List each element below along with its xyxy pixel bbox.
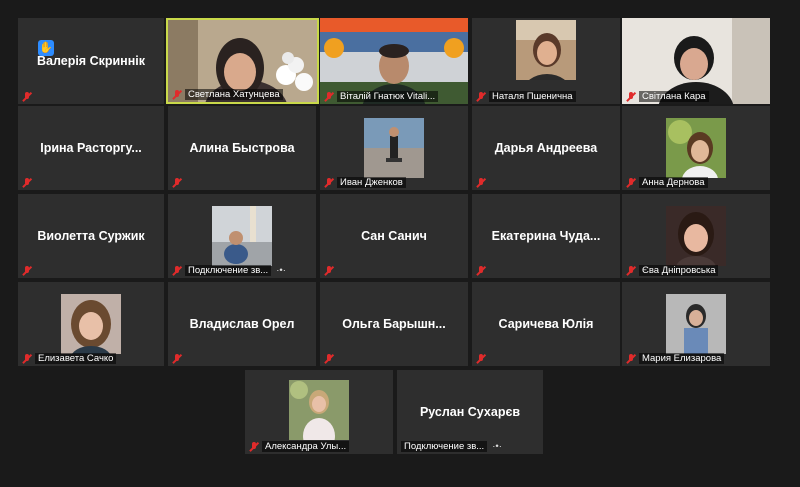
participant-name: Наталя Пшенична bbox=[489, 91, 576, 102]
more-dots[interactable]: ·•· bbox=[276, 265, 286, 276]
participant-name: Руслан Сухарєв bbox=[419, 405, 521, 419]
video-feed bbox=[666, 206, 726, 266]
participant-name: Віталій Гнатюк Vitali... bbox=[337, 91, 439, 102]
tile-ekaterina[interactable]: Екатерина Чуда... bbox=[472, 194, 620, 278]
participant-name: Світлана Кара bbox=[639, 91, 709, 102]
mic-muted-icon bbox=[626, 353, 636, 364]
participant-name: Подключение зв... bbox=[185, 265, 272, 276]
tile-sarycheva[interactable]: Саричева Юлія bbox=[472, 282, 620, 366]
tile-ivan[interactable]: Иван Дженков bbox=[320, 106, 468, 190]
participant-name: Саричева Юлія bbox=[498, 317, 594, 331]
participant-name: Виолетта Суржик bbox=[37, 229, 145, 243]
tile-irina[interactable]: Ірина Расторгу... bbox=[18, 106, 164, 190]
tile-anna[interactable]: Анна Дернова bbox=[622, 106, 770, 190]
tile-elizaveta[interactable]: Елизавета Сачко bbox=[18, 282, 164, 366]
participant-name: Подключение зв... bbox=[401, 441, 488, 452]
participant-name: Светлана Хатунцева bbox=[185, 89, 283, 100]
video-feed bbox=[289, 380, 349, 440]
mic-muted-icon bbox=[476, 91, 486, 102]
mic-muted-icon bbox=[626, 177, 636, 188]
mic-muted-icon bbox=[22, 266, 32, 276]
participant-name: Ірина Расторгу... bbox=[40, 141, 142, 155]
mic-muted-icon bbox=[324, 91, 334, 102]
participant-name: Александра Улы... bbox=[262, 441, 350, 452]
video-feed bbox=[212, 206, 272, 266]
participant-name: Алина Быстрова bbox=[189, 141, 295, 155]
mic-muted-icon bbox=[22, 92, 32, 102]
mic-muted-icon bbox=[324, 177, 334, 188]
mic-muted-icon bbox=[249, 441, 259, 452]
tile-daria[interactable]: Дарья Андреева bbox=[472, 106, 620, 190]
participant-name: Елизавета Сачко bbox=[35, 353, 117, 364]
mic-muted-icon bbox=[626, 265, 636, 276]
tile-alina[interactable]: Алина Быстрова bbox=[168, 106, 316, 190]
mic-muted-icon bbox=[476, 178, 486, 188]
mic-muted-icon bbox=[22, 353, 32, 364]
tile-svetlana-khatuntseva[interactable]: Светлана Хатунцева bbox=[166, 18, 319, 104]
mic-muted-icon bbox=[172, 265, 182, 276]
tile-svitlana-kara[interactable]: Світлана Кара bbox=[622, 18, 770, 104]
video-feed bbox=[666, 118, 726, 178]
mic-muted-icon bbox=[626, 91, 636, 102]
mic-muted-icon bbox=[476, 266, 486, 276]
tile-san-sanich[interactable]: Сан Санич bbox=[320, 194, 468, 278]
participant-name: Владислав Орел bbox=[189, 317, 295, 331]
video-feed bbox=[516, 20, 576, 80]
participant-name: Мария Елизарова bbox=[639, 353, 725, 364]
tile-connecting-audio-1[interactable]: Подключение зв... ·•· bbox=[168, 194, 316, 278]
video-feed bbox=[666, 294, 726, 354]
mic-muted-icon bbox=[172, 89, 182, 100]
mic-muted-icon bbox=[476, 354, 486, 364]
participant-name: Валерія Скриннік bbox=[36, 54, 145, 68]
tile-violetta[interactable]: Виолетта Суржик bbox=[18, 194, 164, 278]
tile-ruslan[interactable]: Руслан Сухарєв Подключение зв... ·•· bbox=[397, 370, 543, 454]
tile-vitaliy[interactable]: Віталій Гнатюк Vitali... bbox=[320, 18, 468, 104]
tile-maria[interactable]: Мария Елизарова bbox=[622, 282, 770, 366]
mic-muted-icon bbox=[172, 178, 182, 188]
participant-name: Дарья Андреева bbox=[494, 141, 598, 155]
tile-eva[interactable]: Єва Дніпровська bbox=[622, 194, 770, 278]
participant-name: Иван Дженков bbox=[337, 177, 406, 188]
tile-vladislav[interactable]: Владислав Орел bbox=[168, 282, 316, 366]
mic-muted-icon bbox=[22, 178, 32, 188]
mic-muted-icon bbox=[324, 354, 334, 364]
participant-name: Екатерина Чуда... bbox=[491, 229, 601, 243]
mic-muted-icon bbox=[324, 266, 334, 276]
participant-name: Сан Санич bbox=[361, 229, 427, 243]
mic-muted-icon bbox=[172, 354, 182, 364]
participant-name: Ольга Барышн... bbox=[342, 317, 446, 331]
more-dots[interactable]: ·•· bbox=[492, 441, 502, 452]
participant-name: Анна Дернова bbox=[639, 177, 708, 188]
tile-valeria[interactable]: ✋ Валерія Скриннік bbox=[18, 18, 164, 104]
tile-natalia[interactable]: Наталя Пшенична bbox=[472, 18, 620, 104]
video-feed bbox=[61, 294, 121, 354]
tile-aleksandra[interactable]: Александра Улы... bbox=[245, 370, 393, 454]
participant-name: Єва Дніпровська bbox=[639, 265, 719, 276]
tile-olga[interactable]: Ольга Барышн... bbox=[320, 282, 468, 366]
video-feed bbox=[364, 118, 424, 178]
